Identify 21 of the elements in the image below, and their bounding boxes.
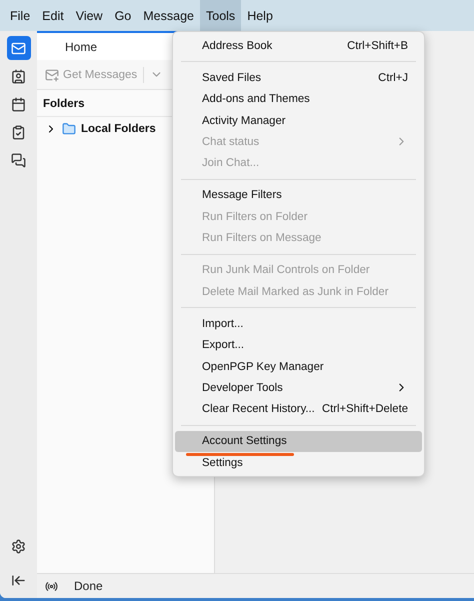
- status-text: Done: [74, 579, 103, 593]
- folder-label[interactable]: Local Folders: [81, 123, 156, 135]
- menu-item[interactable]: Developer Tools: [175, 377, 422, 398]
- menu-item[interactable]: Export...: [175, 334, 422, 356]
- menu-title[interactable]: Edit: [36, 0, 70, 31]
- mail-icon[interactable]: [6, 36, 30, 60]
- menu-item[interactable]: Message Filters: [175, 184, 422, 206]
- menu-title[interactable]: Message: [137, 0, 200, 31]
- menu-title[interactable]: Tools: [200, 0, 242, 31]
- menu-title[interactable]: View: [70, 0, 109, 31]
- folder-icon: [62, 122, 76, 136]
- menu-item[interactable]: Clear Recent History... Ctrl+Shift+Delete: [175, 398, 422, 420]
- menu-item[interactable]: Import...: [175, 313, 422, 335]
- signal-icon: [45, 580, 58, 592]
- menu-title[interactable]: Go: [108, 0, 138, 31]
- menu-item[interactable]: OpenPGP Key Manager: [175, 356, 422, 378]
- menu-item[interactable]: Saved Files Ctrl+J: [175, 67, 422, 89]
- menu-title[interactable]: File: [4, 0, 36, 31]
- menu-title[interactable]: Help: [241, 0, 279, 31]
- menu-item[interactable]: Settings: [175, 452, 422, 474]
- mail-icon: [45, 68, 59, 82]
